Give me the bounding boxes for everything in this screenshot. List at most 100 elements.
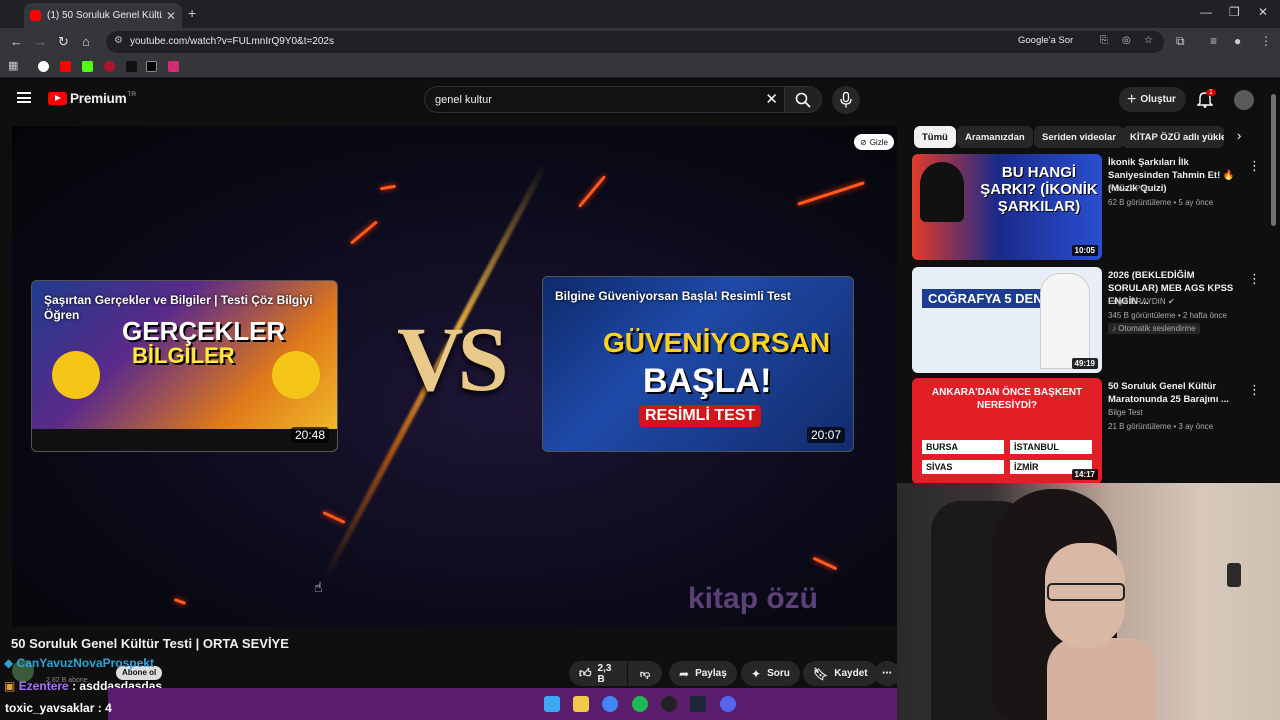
surprised-emoji-icon xyxy=(272,351,320,399)
voice-search-button[interactable] xyxy=(832,86,860,114)
ask-label: Soru xyxy=(767,668,790,679)
home-icon[interactable]: ⌂ xyxy=(82,34,90,49)
end-card-title: Şaşırtan Gerçekler ve Bilgiler | Testi Ç… xyxy=(44,293,313,322)
chip-series[interactable]: Seriden videolar xyxy=(1034,126,1124,148)
logo-region: TR xyxy=(127,90,137,98)
youtube-bookmark-icon[interactable] xyxy=(60,61,71,72)
browser-tab[interactable]: (1) 50 Soruluk Genel Kültür Testi ✕ xyxy=(24,3,182,28)
streamer-body xyxy=(1047,638,1157,720)
spark-decoration xyxy=(173,598,187,605)
vs-text: VS xyxy=(397,308,509,410)
share-button[interactable]: ➦ Paylaş xyxy=(669,661,737,686)
rec-thumbnail: ANKARA'DAN ÖNCE BAŞKENT NERESİYDİ? BURSA… xyxy=(912,378,1102,484)
rec-menu-icon[interactable]: ⋮ xyxy=(1248,158,1261,174)
rec-thumbnail: BU HANGİ ŞARKI? (İKONİK ŞARKILAR) 10:05 xyxy=(912,154,1102,260)
apps-grid-icon[interactable]: ▦ xyxy=(8,59,19,72)
door-handle xyxy=(1227,563,1241,587)
rec-menu-icon[interactable]: ⋮ xyxy=(1248,271,1261,287)
site-info-icon[interactable]: ⚙ xyxy=(114,35,123,46)
forward-icon[interactable]: → xyxy=(34,34,47,49)
close-window-icon[interactable]: ✕ xyxy=(1258,5,1268,19)
extensions-icon[interactable]: ⧉ xyxy=(1176,34,1185,49)
chip-from-search[interactable]: Aramanızdan xyxy=(957,126,1033,148)
rec-menu-icon[interactable]: ⋮ xyxy=(1248,382,1261,398)
chrome-icon[interactable] xyxy=(602,696,618,712)
recommendation-item[interactable]: COĞRAFYA 5 DENEME 49:19 2026 (BEKLEDİĞİM… xyxy=(912,267,1261,375)
search-button[interactable] xyxy=(784,86,822,113)
google-ask-button[interactable]: Google'a Sor xyxy=(1018,35,1073,46)
bookmark-star-icon[interactable]: ☆ xyxy=(1144,35,1153,46)
screen: (1) 50 Soruluk Genel Kültür Testi ✕ + — … xyxy=(0,0,1280,720)
back-icon[interactable]: ← xyxy=(10,34,23,49)
tiktok-bookmark-icon[interactable] xyxy=(126,61,137,72)
file-explorer-icon[interactable] xyxy=(573,696,589,712)
chip-uploader[interactable]: KİTAP ÖZÜ adlı yükleyen xyxy=(1122,126,1224,148)
notification-badge: 1 xyxy=(1206,89,1216,96)
instagram-bookmark-icon[interactable] xyxy=(168,61,179,72)
recommendation-item[interactable]: BU HANGİ ŞARKI? (İKONİK ŞARKILAR) 10:05 … xyxy=(912,154,1261,262)
auto-dub-label: Otomatik seslendirme xyxy=(1118,324,1196,333)
rec-channel[interactable]: New-G Pop xyxy=(1108,184,1149,193)
end-card-video-1[interactable]: GERÇEKLER BİLGİLER Şaşırtan Gerçekler ve… xyxy=(31,280,338,452)
x-bookmark-icon[interactable] xyxy=(146,61,157,72)
recommendation-item[interactable]: ANKARA'DAN ÖNCE BAŞKENT NERESİYDİ? BURSA… xyxy=(912,378,1261,486)
spark-decoration xyxy=(322,511,346,524)
sparkle-icon: ✦ xyxy=(751,666,762,681)
account-avatar[interactable] xyxy=(1234,90,1254,110)
windows-start-icon[interactable] xyxy=(544,696,560,712)
red-bookmark-icon[interactable] xyxy=(104,61,115,72)
new-tab-icon[interactable]: + xyxy=(188,5,196,21)
profile-icon[interactable]: ● xyxy=(1234,34,1241,48)
chat-username: CanYavuzNovaProspekt xyxy=(16,656,154,670)
more-menu-icon[interactable]: ⋮ xyxy=(1260,34,1272,48)
spark-decoration xyxy=(797,181,865,206)
logo-text: Premium xyxy=(70,91,127,106)
search-value: genel kultur xyxy=(435,94,492,106)
rec-duration: 10:05 xyxy=(1071,245,1098,256)
chat-text: : 4 xyxy=(97,701,112,715)
shocked-emoji-icon xyxy=(52,351,100,399)
save-button[interactable]: 🔖︎ Kaydet xyxy=(803,661,878,686)
eye-off-icon[interactable]: ◎ xyxy=(1122,35,1131,46)
google-bookmark-icon[interactable] xyxy=(38,61,49,72)
reload-icon[interactable]: ↻ xyxy=(58,34,69,50)
thumb-text-guveniyorsan: GÜVENİYORSAN xyxy=(603,327,831,358)
kick-bookmark-icon[interactable] xyxy=(82,61,93,72)
hamburger-menu-icon[interactable] xyxy=(17,92,31,103)
chat-username: toxic_yavsaklar xyxy=(5,701,95,715)
thumbs-down-icon: 👎︎ xyxy=(639,668,651,680)
discord-icon[interactable] xyxy=(720,696,736,712)
like-button[interactable]: 👍︎ 2,3 B xyxy=(569,661,627,686)
chevron-right-icon[interactable]: › xyxy=(1237,128,1241,143)
hide-end-cards-button[interactable]: ⊘ Gizle xyxy=(854,134,894,150)
dislike-button[interactable]: 👎︎ xyxy=(628,661,662,686)
maximize-icon[interactable]: ❐ xyxy=(1229,5,1240,19)
auto-dub-badge: ♪ Otomatik seslendirme xyxy=(1108,323,1200,334)
youtube-logo[interactable]: Premium TR xyxy=(48,91,136,106)
end-card-video-2[interactable]: GÜVENİYORSAN BAŞLA! RESİMLİ TEST Bilgine… xyxy=(542,276,854,452)
video-player[interactable]: ⊘ Gizle GERÇEKLER BİLGİLER Şaşırtan Gerç… xyxy=(12,126,897,626)
search-input[interactable]: genel kultur ✕ xyxy=(424,86,788,113)
bookmarks-bar: ▦ xyxy=(0,56,1280,78)
media-controls-icon[interactable]: ≡ xyxy=(1210,34,1217,48)
thumb-option: İSTANBUL xyxy=(1010,440,1092,454)
minimize-icon[interactable]: — xyxy=(1200,5,1212,19)
rec-channel[interactable]: Bilge Test xyxy=(1108,408,1143,417)
video-title: 50 Soruluk Genel Kültür Testi | ORTA SEV… xyxy=(11,636,289,651)
create-button[interactable]: + Oluştur xyxy=(1119,87,1186,112)
obs-icon[interactable] xyxy=(661,696,677,712)
close-tab-icon[interactable]: ✕ xyxy=(166,9,176,23)
youtube-play-icon xyxy=(48,92,67,105)
clear-search-icon[interactable]: ✕ xyxy=(765,90,778,108)
thumb-text-basla: BAŞLA! xyxy=(643,362,772,400)
install-icon[interactable]: ⎘ xyxy=(1100,35,1108,46)
ask-button[interactable]: ✦ Soru xyxy=(741,661,800,686)
steam-icon[interactable] xyxy=(690,696,706,712)
spotify-icon[interactable] xyxy=(632,696,648,712)
address-bar[interactable]: ⚙ youtube.com/watch?v=FULmnIrQ9Y0&t=202s… xyxy=(106,31,1164,53)
create-label: Oluştur xyxy=(1140,94,1176,105)
page-scrollbar[interactable] xyxy=(1271,94,1276,226)
spark-decoration xyxy=(812,556,838,571)
chip-all[interactable]: Tümü xyxy=(914,126,956,148)
rec-channel[interactable]: Engin ERAYDIN ✔ xyxy=(1108,297,1175,306)
